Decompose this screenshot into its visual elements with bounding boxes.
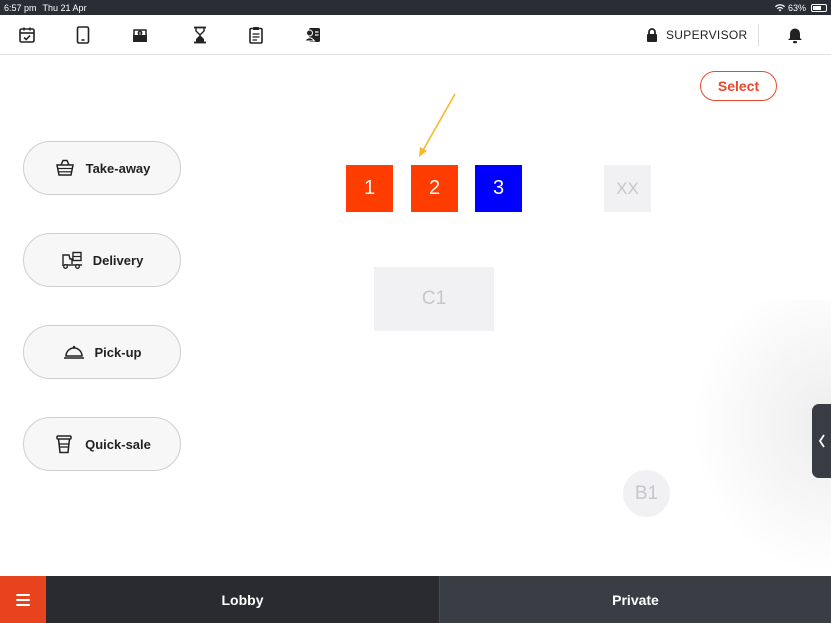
toolbar-divider — [758, 24, 759, 46]
side-panel-handle[interactable] — [812, 404, 831, 478]
quick-sale-button[interactable]: Quick-sale — [23, 417, 181, 471]
bottom-bar: Lobby Private — [0, 576, 831, 623]
status-right: 63% — [774, 2, 827, 13]
tablet-icon[interactable] — [72, 24, 94, 46]
table-c1[interactable]: C1 — [374, 267, 494, 331]
menu-button[interactable] — [0, 576, 46, 623]
cash-drawer-icon[interactable]: $ — [129, 24, 151, 46]
take-away-label: Take-away — [85, 160, 151, 176]
basket-icon — [54, 157, 76, 179]
take-away-button[interactable]: Take-away — [23, 141, 181, 195]
hourglass-icon[interactable] — [189, 24, 211, 46]
panel-shadow — [690, 300, 831, 576]
cloche-icon — [63, 341, 85, 363]
hamburger-icon-line — [16, 593, 30, 596]
hamburger-icon-line — [16, 598, 30, 601]
delivery-icon — [61, 249, 83, 271]
table-1[interactable]: 1 — [346, 165, 393, 212]
delivery-button[interactable]: Delivery — [23, 233, 181, 287]
role-label: SUPERVISOR — [666, 28, 748, 42]
status-time: 6:57 pm — [4, 2, 37, 13]
toolbar: $ SUPERVISOR — [0, 15, 831, 55]
delivery-label: Delivery — [92, 252, 144, 268]
table-3[interactable]: 3 — [475, 165, 522, 212]
pick-up-button[interactable]: Pick-up — [23, 325, 181, 379]
table-xx[interactable]: XX — [604, 165, 651, 212]
cup-icon — [53, 433, 75, 455]
bell-icon[interactable] — [784, 24, 806, 46]
pick-up-label: Pick-up — [94, 344, 142, 360]
hamburger-icon-line — [16, 603, 30, 606]
battery-icon — [811, 3, 827, 12]
quick-sale-label: Quick-sale — [85, 436, 151, 452]
status-bar: 6:57 pm Thu 21 Apr 63% — [0, 0, 831, 15]
battery-percent: 63% — [787, 2, 806, 13]
lock-icon — [647, 28, 657, 42]
clipboard-icon[interactable] — [245, 24, 267, 46]
wifi-icon — [774, 3, 785, 11]
tab-lobby-label: Lobby — [221, 591, 264, 608]
tab-private-label: Private — [612, 591, 659, 608]
chevron-left-icon — [818, 434, 825, 448]
annotation-arrow — [419, 93, 456, 157]
supervisor-button[interactable]: SUPERVISOR — [646, 25, 747, 45]
status-date: Thu 21 Apr — [42, 2, 87, 13]
table-b1[interactable]: B1 — [623, 470, 670, 517]
svg-text:$: $ — [139, 31, 141, 35]
table-2[interactable]: 2 — [411, 165, 458, 212]
select-button[interactable]: Select — [700, 71, 777, 101]
tab-lobby[interactable]: Lobby — [46, 576, 439, 623]
tab-private[interactable]: Private — [439, 576, 831, 623]
user-card-icon[interactable] — [302, 24, 324, 46]
calendar-check-icon[interactable] — [16, 24, 38, 46]
